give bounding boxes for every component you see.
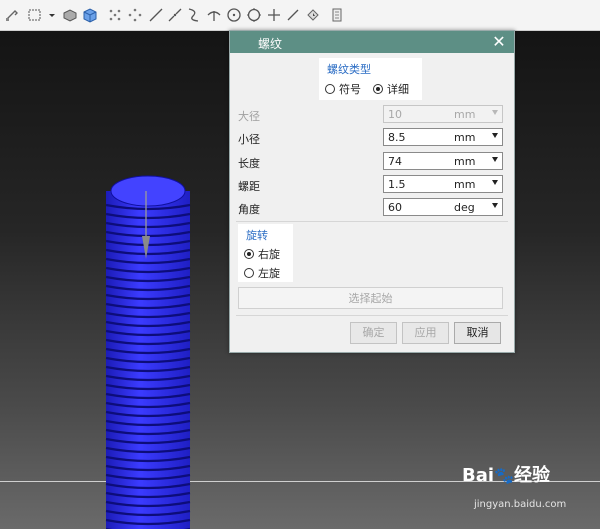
- thread-type-group: 螺纹类型 符号 详细: [319, 58, 422, 100]
- angle-field[interactable]: 60 deg: [383, 198, 503, 216]
- chevron-down-icon[interactable]: [492, 157, 498, 162]
- major-diameter-field: 10 mm: [383, 105, 503, 123]
- pitch-unit[interactable]: mm: [454, 178, 475, 191]
- normal-icon[interactable]: [206, 7, 222, 23]
- chevron-down-icon[interactable]: [492, 180, 498, 185]
- dropdown-arrow-icon[interactable]: [44, 7, 55, 23]
- dialog-title: 螺纹: [258, 37, 283, 51]
- radio-label-left-hand: 左旋: [258, 267, 280, 280]
- close-icon[interactable]: ✕: [490, 33, 508, 51]
- minor-diameter-label: 小径: [238, 133, 260, 146]
- minor-diameter-unit[interactable]: mm: [454, 131, 475, 144]
- pitch-field[interactable]: 1.5 mm: [383, 175, 503, 193]
- radio-label-symbolic: 符号: [339, 83, 361, 96]
- thread-dialog: 螺纹 ✕ 螺纹类型 符号 详细 大径 10 mm 小径 8.5 mm 长度 74…: [229, 30, 515, 353]
- angle-label: 角度: [238, 203, 260, 216]
- thread-type-title: 螺纹类型: [327, 63, 371, 76]
- curve-icon[interactable]: [167, 7, 183, 23]
- select-box-icon[interactable]: [27, 7, 43, 23]
- divider: [236, 221, 508, 222]
- apply-button[interactable]: 应用: [402, 322, 449, 344]
- ok-button[interactable]: 确定: [350, 322, 397, 344]
- length-unit[interactable]: mm: [454, 155, 475, 168]
- minor-diameter-value[interactable]: 8.5: [388, 131, 406, 144]
- major-diameter-value: 10: [388, 108, 402, 121]
- threaded-rod-model[interactable]: [100, 171, 195, 529]
- snap-icon[interactable]: [107, 7, 123, 23]
- points-icon[interactable]: [127, 7, 143, 23]
- chevron-down-icon: [492, 110, 498, 115]
- major-diameter-label: 大径: [238, 110, 260, 123]
- spline-icon[interactable]: [186, 7, 202, 23]
- chevron-down-icon[interactable]: [492, 133, 498, 138]
- chevron-down-icon[interactable]: [492, 203, 498, 208]
- rotation-title: 旋转: [246, 229, 268, 242]
- panel-icon[interactable]: [330, 7, 346, 23]
- solid-icon[interactable]: [62, 7, 78, 23]
- radio-dot-left-hand[interactable]: [244, 268, 254, 278]
- angle-unit[interactable]: deg: [454, 201, 475, 214]
- length-label: 长度: [238, 157, 260, 170]
- pitch-label: 螺距: [238, 180, 260, 193]
- radio-dot-symbolic[interactable]: [325, 84, 335, 94]
- major-diameter-unit: mm: [454, 108, 476, 121]
- radio-left-hand[interactable]: 左旋: [244, 265, 280, 281]
- minor-diameter-field[interactable]: 8.5 mm: [383, 128, 503, 146]
- cursor-icon[interactable]: [305, 7, 321, 23]
- radio-symbolic[interactable]: 符号: [325, 81, 361, 97]
- length-field[interactable]: 74 mm: [383, 152, 503, 170]
- circle-icon[interactable]: [226, 7, 242, 23]
- radio-dot-right-hand[interactable]: [244, 249, 254, 259]
- length-value[interactable]: 74: [388, 155, 402, 168]
- baidu-watermark: Bai🐾经验 jingyan.baidu.com: [462, 461, 597, 521]
- radio-label-right-hand: 右旋: [258, 248, 280, 261]
- radio-right-hand[interactable]: 右旋: [244, 246, 280, 262]
- wrench-icon[interactable]: [4, 7, 20, 23]
- rotation-group: 旋转 右旋 左旋: [238, 224, 293, 282]
- cancel-button[interactable]: 取消: [454, 322, 501, 344]
- divider: [236, 315, 508, 316]
- angle-value[interactable]: 60: [388, 201, 402, 214]
- gear-point-icon[interactable]: [246, 7, 262, 23]
- watermark-brand: Bai🐾经验: [462, 465, 550, 486]
- radio-detailed[interactable]: 详细: [373, 81, 409, 97]
- dialog-titlebar[interactable]: 螺纹 ✕: [230, 31, 514, 53]
- watermark-url: jingyan.baidu.com: [474, 499, 567, 510]
- diagonal-icon[interactable]: [285, 7, 301, 23]
- line-icon[interactable]: [148, 7, 164, 23]
- cross-icon[interactable]: [266, 7, 282, 23]
- radio-dot-detailed[interactable]: [373, 84, 383, 94]
- cube-icon[interactable]: [82, 7, 98, 23]
- toolbar: [0, 0, 600, 31]
- radio-label-detailed: 详细: [387, 83, 409, 96]
- pitch-value[interactable]: 1.5: [388, 178, 406, 191]
- select-start-button[interactable]: 选择起始: [238, 287, 503, 309]
